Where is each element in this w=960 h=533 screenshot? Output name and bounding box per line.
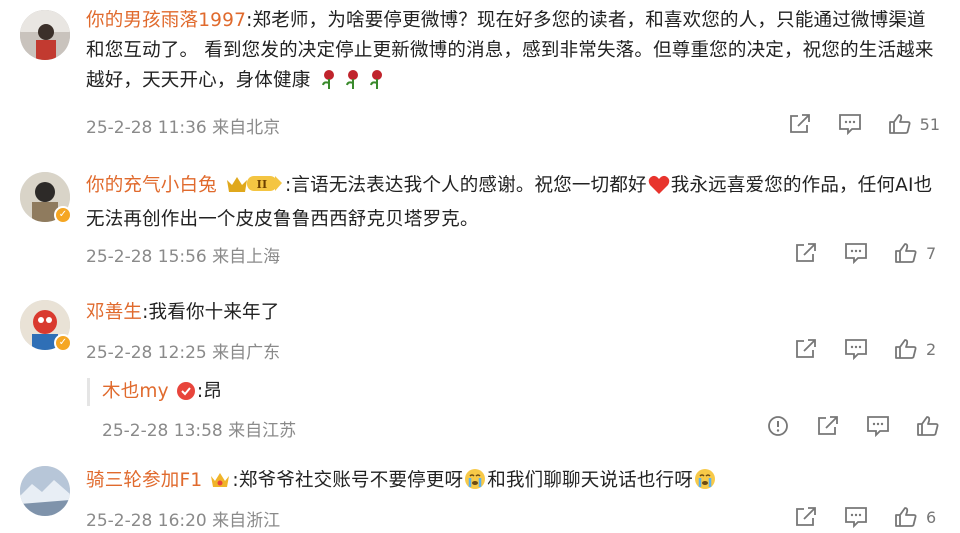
reply-time: 25-2-28 13:58	[102, 421, 223, 441]
share-button[interactable]	[788, 113, 812, 135]
share-icon	[796, 243, 816, 262]
comment-icon	[845, 339, 867, 360]
like-button[interactable]: 7	[894, 242, 940, 264]
comment-button[interactable]	[844, 242, 868, 264]
reply-body: :昂	[196, 381, 223, 402]
badge-level: II	[257, 178, 268, 191]
comment-text: 你的充气小白兔 II:言语无法表达我个人的感谢。祝您一切都好 我永远喜爱您的作品，…	[86, 171, 936, 235]
comment-username[interactable]: 邓善生	[86, 302, 142, 323]
comment-icon	[845, 507, 867, 528]
comment-username[interactable]: 你的男孩雨落1997	[86, 10, 246, 31]
comment-time: 25-2-28 15:56	[86, 247, 207, 267]
crying-emoji	[464, 468, 486, 500]
comment-text: 邓善生:我看你十来年了	[86, 298, 936, 328]
share-icon	[796, 339, 816, 358]
share-button[interactable]	[816, 415, 840, 437]
reply-username[interactable]: 木也my	[102, 381, 169, 402]
like-count: 51	[919, 114, 940, 134]
share-icon	[789, 114, 810, 133]
comment-text: 你的男孩雨落1997:郑老师，为啥要停更微博？现在好多您的读者，和喜欢您的人，只…	[86, 6, 936, 100]
comment-actions: 51	[762, 111, 940, 137]
like-icon	[895, 507, 917, 527]
report-button[interactable]	[766, 415, 790, 437]
like-icon	[895, 243, 917, 263]
comment-button[interactable]	[844, 506, 868, 528]
comment-location: 来自北京	[212, 118, 281, 138]
avatar[interactable]	[20, 10, 70, 60]
rose-emoji	[366, 68, 388, 100]
comment-actions: 2	[768, 336, 940, 362]
comment-icon	[838, 114, 861, 135]
crown-badge-icon	[209, 470, 231, 500]
like-icon	[895, 339, 917, 359]
avatar-image	[20, 10, 70, 60]
like-button[interactable]	[916, 415, 940, 437]
like-icon	[917, 416, 939, 436]
comment-location: 来自广东	[212, 343, 281, 363]
share-button[interactable]	[794, 338, 818, 360]
rose-emoji	[318, 68, 340, 100]
comment-time: 25-2-28 11:36	[86, 118, 207, 138]
share-icon	[796, 507, 816, 526]
comment-button[interactable]	[866, 415, 890, 437]
share-icon	[818, 416, 838, 435]
verified-badge: ✓	[54, 206, 72, 224]
avatar[interactable]	[20, 466, 70, 516]
comment-text: 骑三轮参加F1 :郑爷爷社交账号不要停更呀 和我们聊聊天说话也行呀	[86, 466, 936, 500]
comment-body: :言语无法表达我个人的感谢。祝您一切都好	[285, 175, 647, 196]
reply-location: 来自江苏	[228, 421, 297, 441]
comment-time: 25-2-28 16:20	[86, 511, 207, 531]
comment-time: 25-2-28 12:25	[86, 343, 207, 363]
reply-meta: 25-2-28 13:58 来自江苏	[102, 416, 296, 441]
like-icon	[888, 114, 911, 134]
like-button[interactable]: 2	[894, 338, 940, 360]
comment-username[interactable]: 骑三轮参加F1	[86, 470, 202, 491]
comment-meta: 25-2-28 11:36 来自北京	[86, 113, 280, 138]
reply-text: 木也my :昂	[102, 377, 936, 411]
comment-location: 来自浙江	[212, 511, 281, 531]
like-count: 7	[926, 243, 937, 263]
crying-emoji	[694, 468, 716, 500]
comment-username[interactable]: 你的充气小白兔	[86, 175, 217, 196]
share-button[interactable]	[794, 242, 818, 264]
heart-emoji	[648, 175, 670, 205]
comment-meta: 25-2-28 12:25 来自广东	[86, 338, 280, 363]
like-button[interactable]: 51	[888, 113, 940, 135]
reply-badge-icon	[176, 381, 196, 411]
avatar-image	[20, 466, 70, 516]
comment-meta: 25-2-28 16:20 来自浙江	[86, 506, 280, 531]
comment-body: :郑爷爷社交账号不要停更呀	[232, 470, 464, 491]
comment-location: 来自上海	[212, 247, 281, 267]
like-button[interactable]: 6	[894, 506, 940, 528]
comment-button[interactable]	[844, 338, 868, 360]
comment-actions: 7	[768, 240, 940, 266]
comment-icon	[867, 416, 889, 437]
comment-actions: 6	[768, 504, 940, 530]
comment-body-cont: 和我们聊聊天说话也行呀	[487, 470, 693, 491]
comment-body: :我看你十来年了	[142, 302, 280, 323]
share-button[interactable]	[794, 506, 818, 528]
crown-badge-icon: II	[225, 172, 283, 204]
verified-badge: ✓	[54, 334, 72, 352]
report-icon	[768, 416, 788, 436]
comment-icon	[845, 243, 867, 264]
reply-divider	[87, 378, 90, 406]
rose-emoji	[342, 68, 364, 100]
reply-actions	[740, 413, 940, 439]
comment-button[interactable]	[838, 113, 862, 135]
like-count: 6	[926, 507, 937, 527]
comment-meta: 25-2-28 15:56 来自上海	[86, 242, 280, 267]
like-count: 2	[926, 339, 937, 359]
